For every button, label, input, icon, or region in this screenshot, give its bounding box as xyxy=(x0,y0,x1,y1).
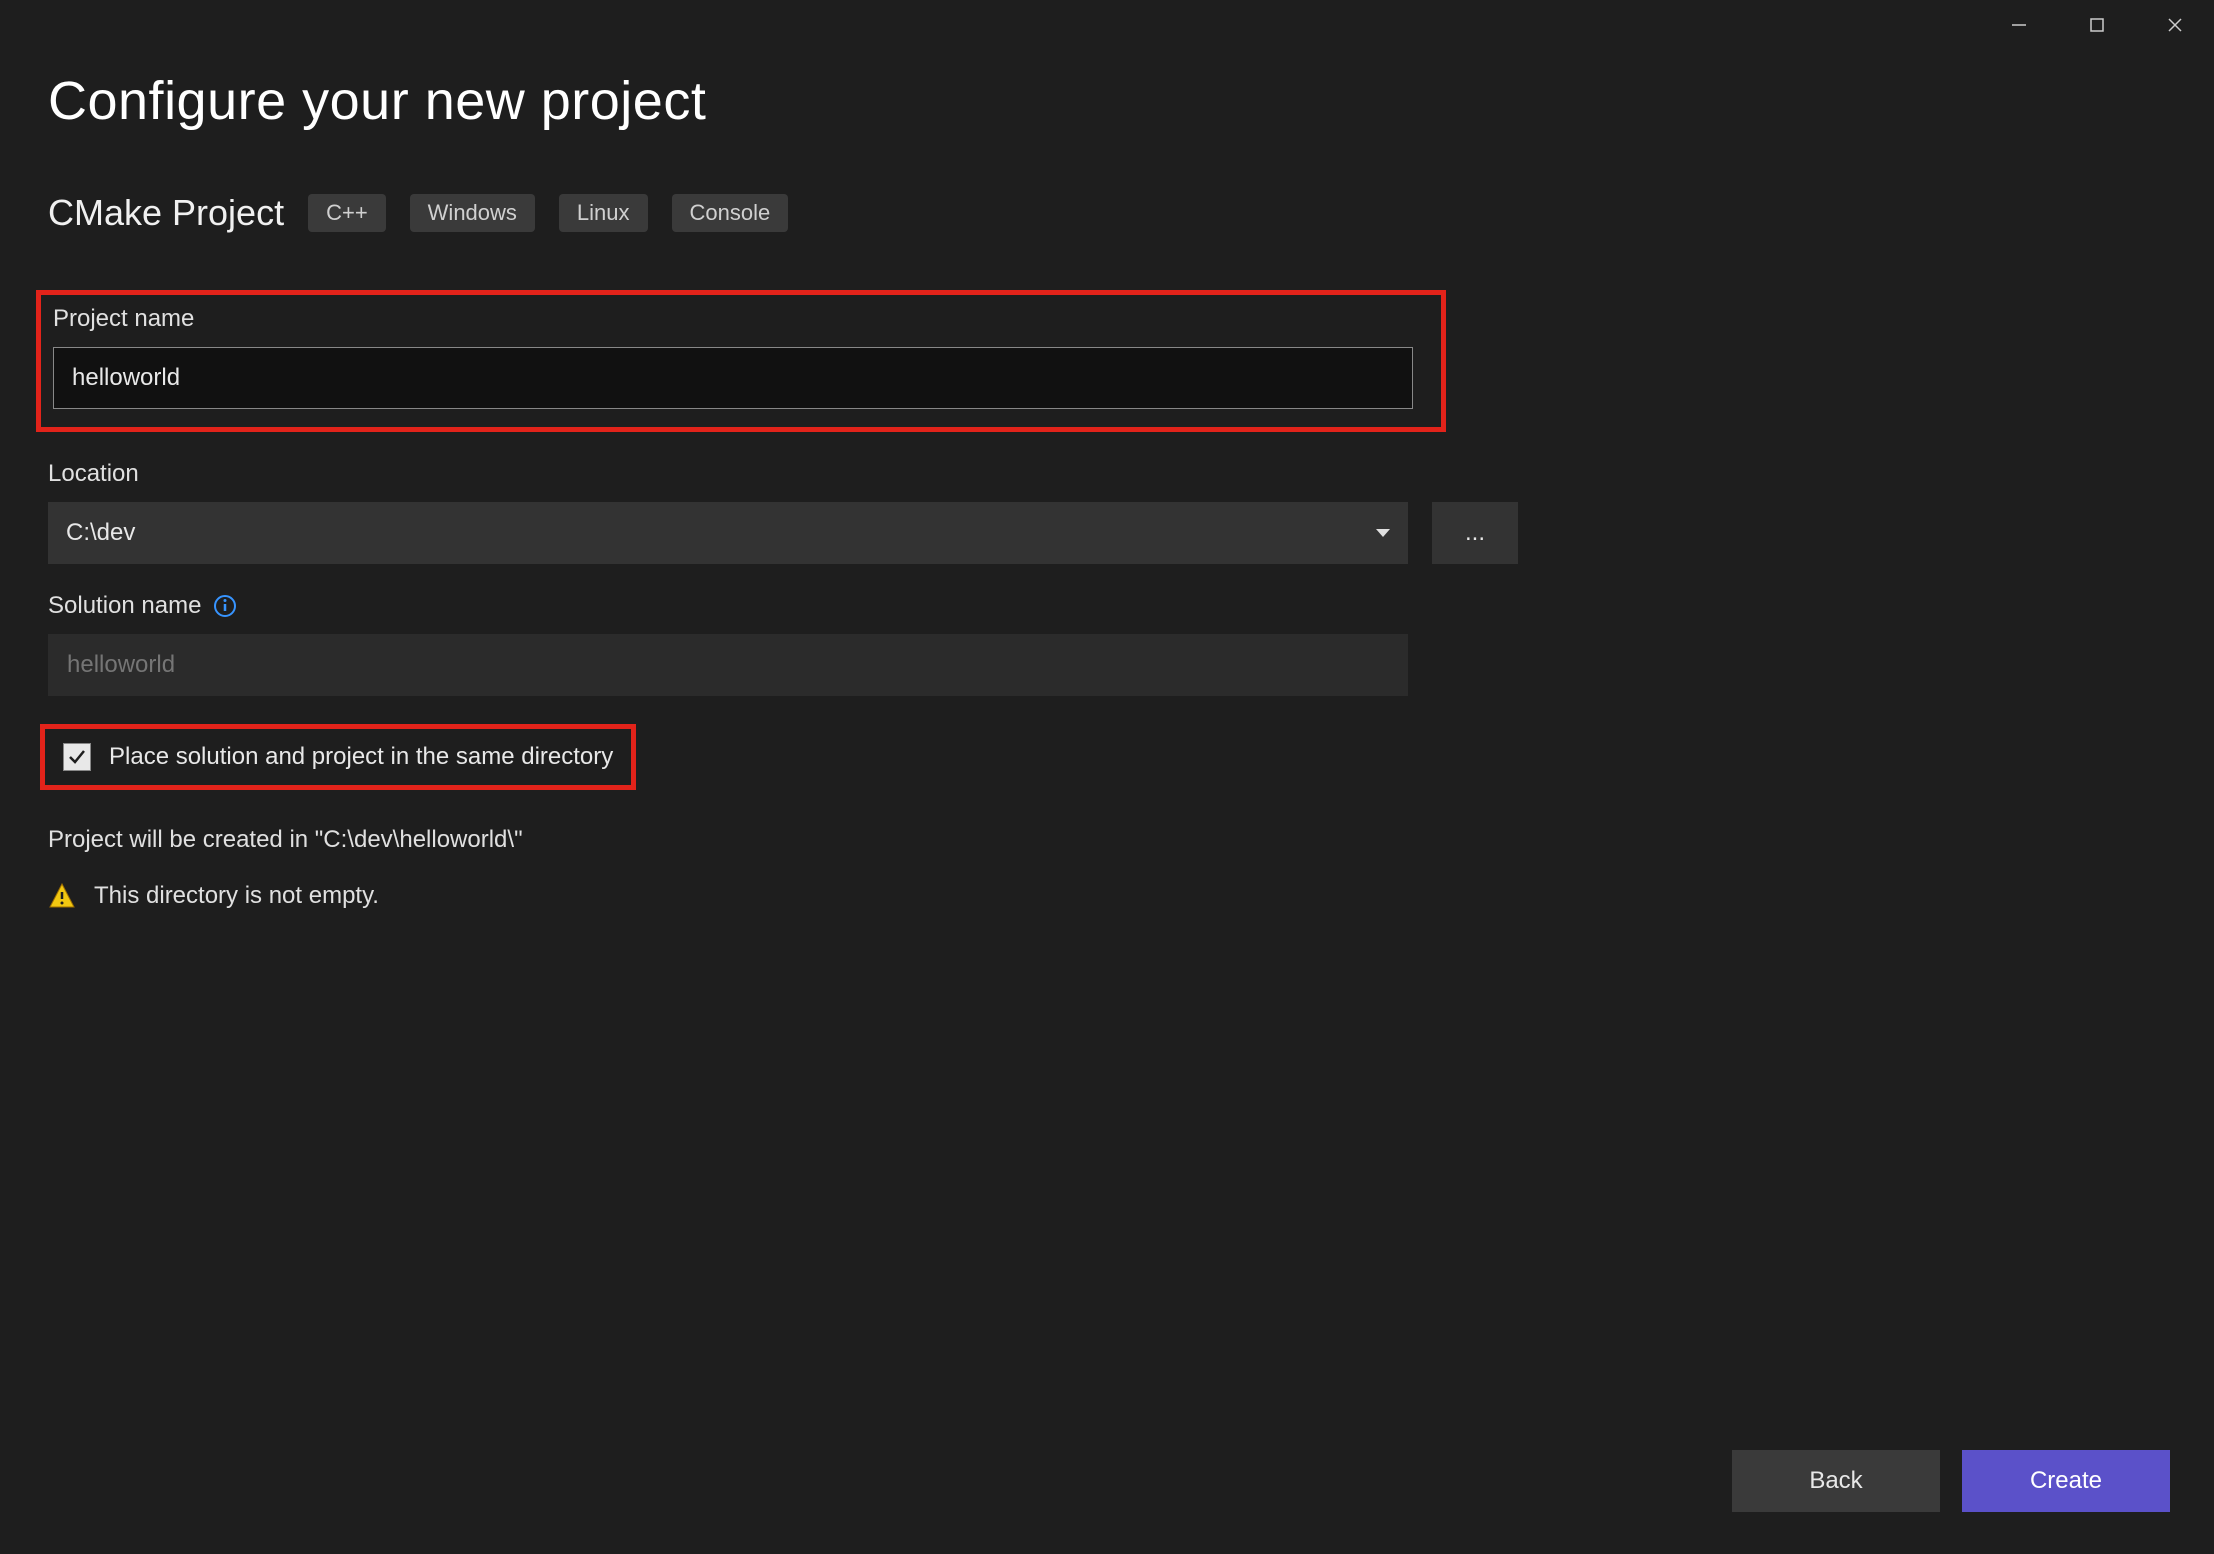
close-icon xyxy=(2166,16,2184,34)
project-path-text: Project will be created in "C:\dev\hello… xyxy=(48,826,2166,854)
solution-name-group: Solution name xyxy=(48,592,2166,696)
window-controls xyxy=(1980,0,2214,50)
maximize-icon xyxy=(2088,16,2106,34)
tag-linux: Linux xyxy=(559,194,648,232)
same-directory-label: Place solution and project in the same d… xyxy=(109,743,613,771)
project-name-label: Project name xyxy=(53,305,1429,333)
footer: Back Create xyxy=(1732,1450,2170,1512)
back-button[interactable]: Back xyxy=(1732,1450,1940,1512)
location-label: Location xyxy=(48,460,2166,488)
template-row: CMake Project C++ Windows Linux Console xyxy=(48,192,2166,234)
warning-row: This directory is not empty. xyxy=(48,882,2166,910)
warning-icon xyxy=(48,882,76,910)
solution-name-label: Solution name xyxy=(48,592,2166,620)
minimize-icon xyxy=(2010,16,2028,34)
chevron-down-icon xyxy=(1376,529,1390,537)
info-icon[interactable] xyxy=(213,594,237,618)
browse-button[interactable]: ... xyxy=(1432,502,1518,564)
close-button[interactable] xyxy=(2136,0,2214,50)
location-dropdown[interactable]: C:\dev xyxy=(48,502,1408,564)
template-name: CMake Project xyxy=(48,192,284,234)
project-name-input[interactable] xyxy=(53,347,1413,409)
tag-console: Console xyxy=(672,194,789,232)
location-group: Location C:\dev ... xyxy=(48,460,2166,564)
create-button[interactable]: Create xyxy=(1962,1450,2170,1512)
same-directory-checkbox[interactable] xyxy=(63,743,91,771)
minimize-button[interactable] xyxy=(1980,0,2058,50)
solution-name-label-text: Solution name xyxy=(48,592,201,620)
page-title: Configure your new project xyxy=(48,70,2166,132)
same-directory-row: Place solution and project in the same d… xyxy=(40,724,636,790)
maximize-button[interactable] xyxy=(2058,0,2136,50)
tag-cpp: C++ xyxy=(308,194,386,232)
tag-windows: Windows xyxy=(410,194,535,232)
project-name-group: Project name xyxy=(36,290,1446,432)
location-value: C:\dev xyxy=(66,519,135,547)
warning-text: This directory is not empty. xyxy=(94,882,379,910)
solution-name-input xyxy=(48,634,1408,696)
check-icon xyxy=(67,747,87,767)
